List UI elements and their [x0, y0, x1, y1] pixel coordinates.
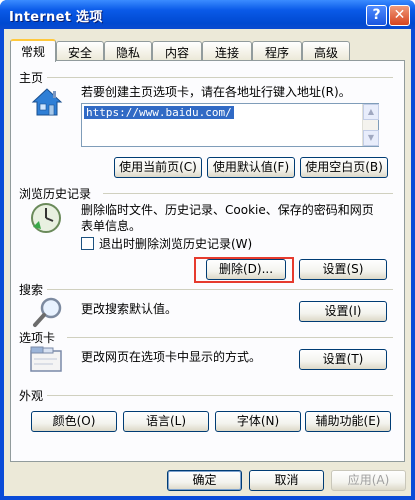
appearance-group-title: 外观 — [19, 389, 44, 403]
apply-button[interactable]: 应用(A) — [331, 470, 406, 491]
cancel-button[interactable]: 取消 — [249, 470, 324, 491]
home-url-textarea[interactable]: https://www.baidu.com/ ▲ ▼ — [81, 103, 379, 147]
history-settings-button[interactable]: 设置(S) — [299, 259, 387, 280]
appearance-divider — [47, 395, 393, 396]
url-scrollbar[interactable]: ▲ ▼ — [362, 104, 379, 146]
delete-on-exit-checkbox[interactable] — [81, 237, 94, 250]
search-divider — [47, 289, 393, 290]
use-default-button[interactable]: 使用默认值(F) — [207, 157, 295, 178]
use-current-button[interactable]: 使用当前页(C) — [114, 157, 202, 178]
tabbed-window-icon — [30, 346, 62, 372]
close-button[interactable]: ✕ — [389, 5, 410, 26]
delete-history-button[interactable]: 删除(D)... — [206, 259, 286, 280]
tab-general[interactable]: 常规 — [10, 39, 56, 62]
ok-button[interactable]: 确定 — [167, 470, 242, 491]
delete-on-exit-label: 退出时删除浏览历史记录(W) — [99, 237, 253, 251]
history-description-line2: 表单信息。 — [81, 219, 142, 233]
tabs-group-title: 选项卡 — [19, 331, 56, 345]
accessibility-button[interactable]: 辅助功能(E) — [305, 411, 391, 432]
tab-privacy[interactable]: 隐私 — [104, 41, 152, 60]
tab-programs[interactable]: 程序 — [252, 41, 302, 60]
title-bar[interactable]: Internet 选项 ? ✕ — [0, 0, 415, 29]
languages-button[interactable]: 语言(L) — [123, 411, 209, 432]
search-description: 更改搜索默认值。 — [81, 302, 178, 316]
help-button[interactable]: ? — [366, 5, 387, 26]
history-group-title: 浏览历史记录 — [19, 187, 92, 201]
use-blank-button[interactable]: 使用空白页(B) — [300, 157, 388, 178]
tab-security[interactable]: 安全 — [56, 41, 104, 60]
home-description: 若要创建主页选项卡，请在各地址行键入地址(R)。 — [81, 85, 351, 99]
internet-options-window: Internet 选项 ? ✕ 常规 安全 隐私 内容 连接 程序 高级 主页 … — [0, 0, 415, 500]
home-url-text: https://www.baidu.com/ — [84, 106, 234, 119]
home-icon — [31, 88, 63, 116]
tabs-divider — [67, 337, 393, 338]
search-icon — [33, 297, 62, 327]
general-tab-panel: 主页 若要创建主页选项卡，请在各地址行键入地址(R)。 https://www.… — [10, 60, 405, 462]
tabs-settings-button[interactable]: 设置(T) — [299, 349, 387, 370]
window-title: Internet 选项 — [9, 10, 103, 25]
home-divider — [47, 77, 393, 78]
history-divider — [103, 193, 393, 194]
colors-button[interactable]: 颜色(O) — [31, 411, 117, 432]
tab-connections[interactable]: 连接 — [202, 41, 252, 60]
home-group-title: 主页 — [19, 71, 44, 85]
tab-content[interactable]: 内容 — [152, 41, 202, 60]
fonts-button[interactable]: 字体(N) — [215, 411, 301, 432]
tab-advanced[interactable]: 高级 — [302, 41, 350, 60]
history-clock-icon — [31, 203, 61, 233]
search-settings-button[interactable]: 设置(I) — [299, 301, 387, 322]
tabs-description: 更改网页在选项卡中显示的方式。 — [81, 350, 262, 364]
scroll-down-icon[interactable]: ▼ — [363, 130, 379, 146]
history-description-line1: 删除临时文件、历史记录、Cookie、保存的密码和网页 — [81, 203, 374, 217]
dialog-body: 常规 安全 隐私 内容 连接 程序 高级 主页 若要创建主页选项卡，请在各地址行… — [4, 29, 411, 496]
scroll-up-icon[interactable]: ▲ — [363, 104, 379, 120]
